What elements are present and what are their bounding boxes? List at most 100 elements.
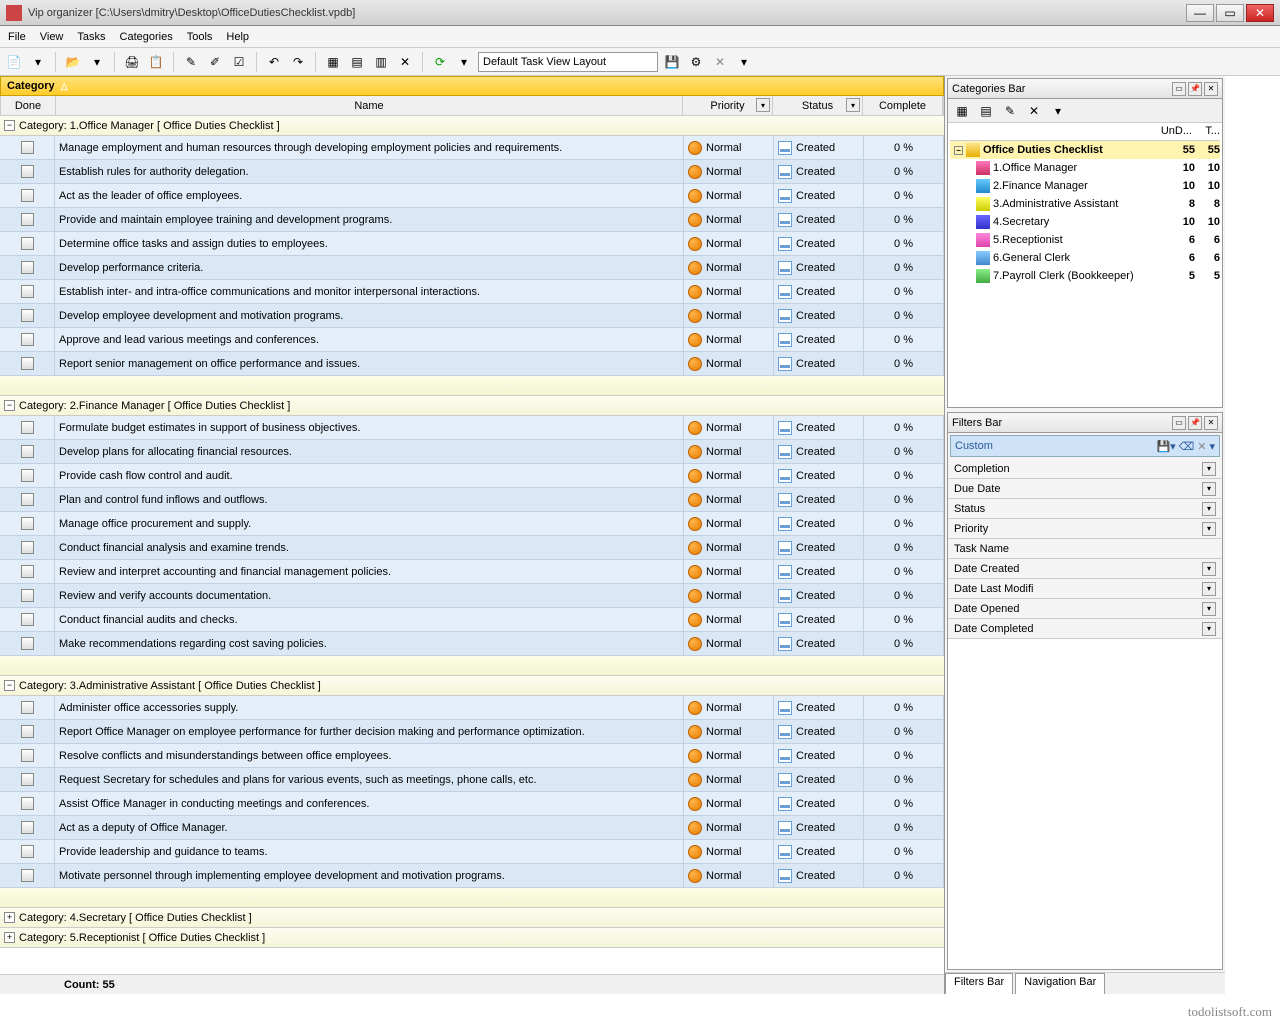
task-row[interactable]: Report Office Manager on employee perfor…: [0, 720, 944, 744]
restore-icon[interactable]: ▭: [1172, 416, 1186, 430]
preview-icon[interactable]: 📋: [146, 52, 166, 72]
cat-icon[interactable]: ▦: [323, 52, 343, 72]
tree-node[interactable]: 1.Office Manager1010: [950, 159, 1220, 177]
task-row[interactable]: Develop plans for allocating financial r…: [0, 440, 944, 464]
filter-row[interactable]: Completion▾: [948, 459, 1222, 479]
delete-layout-icon[interactable]: ✕: [710, 52, 730, 72]
edit-icon[interactable]: ✎: [181, 52, 201, 72]
tab-filters-bar[interactable]: Filters Bar: [945, 973, 1013, 994]
dropdown-icon[interactable]: ▾: [1202, 522, 1216, 536]
dropdown-icon[interactable]: ▾: [1202, 462, 1216, 476]
dropdown-icon[interactable]: ▾: [1202, 602, 1216, 616]
dropdown-icon[interactable]: ▾: [1202, 482, 1216, 496]
group-row[interactable]: +Category: 4.Secretary [ Office Duties C…: [0, 908, 944, 928]
task-row[interactable]: Review and interpret accounting and fina…: [0, 560, 944, 584]
checkbox[interactable]: [21, 141, 34, 154]
task-row[interactable]: Plan and control fund inflows and outflo…: [0, 488, 944, 512]
edit-cat-icon[interactable]: ✎: [1000, 101, 1020, 121]
filter-row[interactable]: Date Created▾: [948, 559, 1222, 579]
task-row[interactable]: Provide leadership and guidance to teams…: [0, 840, 944, 864]
close-icon[interactable]: ✕: [1204, 416, 1218, 430]
print-icon[interactable]: 🖨: [122, 52, 142, 72]
refresh-icon[interactable]: ⟳: [430, 52, 450, 72]
task-row[interactable]: Administer office accessories supply.Nor…: [0, 696, 944, 720]
filter-row[interactable]: Due Date▾: [948, 479, 1222, 499]
checkbox[interactable]: [21, 845, 34, 858]
tree-node[interactable]: 5.Receptionist66: [950, 231, 1220, 249]
checkbox[interactable]: [21, 421, 34, 434]
checkbox[interactable]: [21, 493, 34, 506]
dropdown-icon[interactable]: ▾: [1048, 101, 1068, 121]
dropdown-icon[interactable]: ▾: [87, 52, 107, 72]
new-icon[interactable]: 📄: [4, 52, 24, 72]
filter-button[interactable]: ▾: [756, 98, 770, 112]
close-icon[interactable]: ✕: [1204, 82, 1218, 96]
delete-filter-icon[interactable]: ✕: [1197, 440, 1206, 453]
collapse-icon[interactable]: −: [4, 680, 15, 691]
checkbox[interactable]: [21, 445, 34, 458]
col-priority[interactable]: Priority▾: [683, 96, 773, 115]
tree-root[interactable]: −Office Duties Checklist5555: [950, 141, 1220, 159]
tree-node[interactable]: 3.Administrative Assistant88: [950, 195, 1220, 213]
collapse-icon[interactable]: −: [954, 146, 963, 155]
checkbox[interactable]: [21, 701, 34, 714]
checkbox[interactable]: [21, 589, 34, 602]
expand-icon[interactable]: ▦: [952, 101, 972, 121]
expand-icon[interactable]: +: [4, 932, 15, 943]
task-row[interactable]: Motivate personnel through implementing …: [0, 864, 944, 888]
dropdown-icon[interactable]: ▾: [1202, 582, 1216, 596]
checkbox[interactable]: [21, 237, 34, 250]
filter-button[interactable]: ▾: [846, 98, 860, 112]
menu-tools[interactable]: Tools: [187, 31, 213, 43]
checkbox[interactable]: [21, 309, 34, 322]
task-row[interactable]: Request Secretary for schedules and plan…: [0, 768, 944, 792]
menu-file[interactable]: File: [8, 31, 26, 43]
filter-row[interactable]: Priority▾: [948, 519, 1222, 539]
task-row[interactable]: Assist Office Manager in conducting meet…: [0, 792, 944, 816]
menu-tasks[interactable]: Tasks: [77, 31, 105, 43]
save-filter-icon[interactable]: 💾▾: [1156, 440, 1175, 453]
filter-row[interactable]: Status▾: [948, 499, 1222, 519]
col-complete[interactable]: Complete: [863, 96, 943, 115]
dropdown-icon[interactable]: ▾: [454, 52, 474, 72]
checkbox[interactable]: [21, 517, 34, 530]
checkbox[interactable]: [21, 541, 34, 554]
group-row[interactable]: −Category: 1.Office Manager [ Office Dut…: [0, 116, 944, 136]
col-status[interactable]: Status▾: [773, 96, 863, 115]
group-header[interactable]: Category△: [0, 76, 944, 96]
col-done[interactable]: Done: [1, 96, 56, 115]
tree-node[interactable]: 4.Secretary1010: [950, 213, 1220, 231]
checkbox[interactable]: [21, 869, 34, 882]
menu-categories[interactable]: Categories: [120, 31, 173, 43]
redo-icon[interactable]: ↷: [288, 52, 308, 72]
filter-row[interactable]: Date Opened▾: [948, 599, 1222, 619]
dropdown-icon[interactable]: ▾: [734, 52, 754, 72]
checkbox[interactable]: [21, 749, 34, 762]
checkbox[interactable]: [21, 189, 34, 202]
tree-node[interactable]: 2.Finance Manager1010: [950, 177, 1220, 195]
checkbox[interactable]: [21, 213, 34, 226]
save-layout-icon[interactable]: 💾: [662, 52, 682, 72]
minimize-button[interactable]: —: [1186, 4, 1214, 22]
dropdown-icon[interactable]: ▾: [1209, 440, 1215, 453]
task-row[interactable]: Act as a deputy of Office Manager.Normal…: [0, 816, 944, 840]
layout-select[interactable]: Default Task View Layout: [478, 52, 658, 72]
group-row[interactable]: +Category: 5.Receptionist [ Office Dutie…: [0, 928, 944, 948]
group-row[interactable]: −Category: 2.Finance Manager [ Office Du…: [0, 396, 944, 416]
task-row[interactable]: Conduct financial audits and checks.Norm…: [0, 608, 944, 632]
task-row[interactable]: Provide and maintain employee training a…: [0, 208, 944, 232]
delete-cat-icon[interactable]: ✕: [1024, 101, 1044, 121]
task-row[interactable]: Manage office procurement and supply.Nor…: [0, 512, 944, 536]
checkbox[interactable]: [21, 565, 34, 578]
checkbox[interactable]: [21, 261, 34, 274]
filter-row[interactable]: Task Name: [948, 539, 1222, 559]
restore-icon[interactable]: ▭: [1172, 82, 1186, 96]
task-row[interactable]: Make recommendations regarding cost savi…: [0, 632, 944, 656]
task-row[interactable]: Act as the leader of office employees.No…: [0, 184, 944, 208]
collapse-icon[interactable]: −: [4, 400, 15, 411]
group-row[interactable]: −Category: 3.Administrative Assistant [ …: [0, 676, 944, 696]
checkbox[interactable]: [21, 357, 34, 370]
task-row[interactable]: Develop performance criteria.NormalCreat…: [0, 256, 944, 280]
dropdown-icon[interactable]: ▾: [28, 52, 48, 72]
tree-node[interactable]: 6.General Clerk66: [950, 249, 1220, 267]
